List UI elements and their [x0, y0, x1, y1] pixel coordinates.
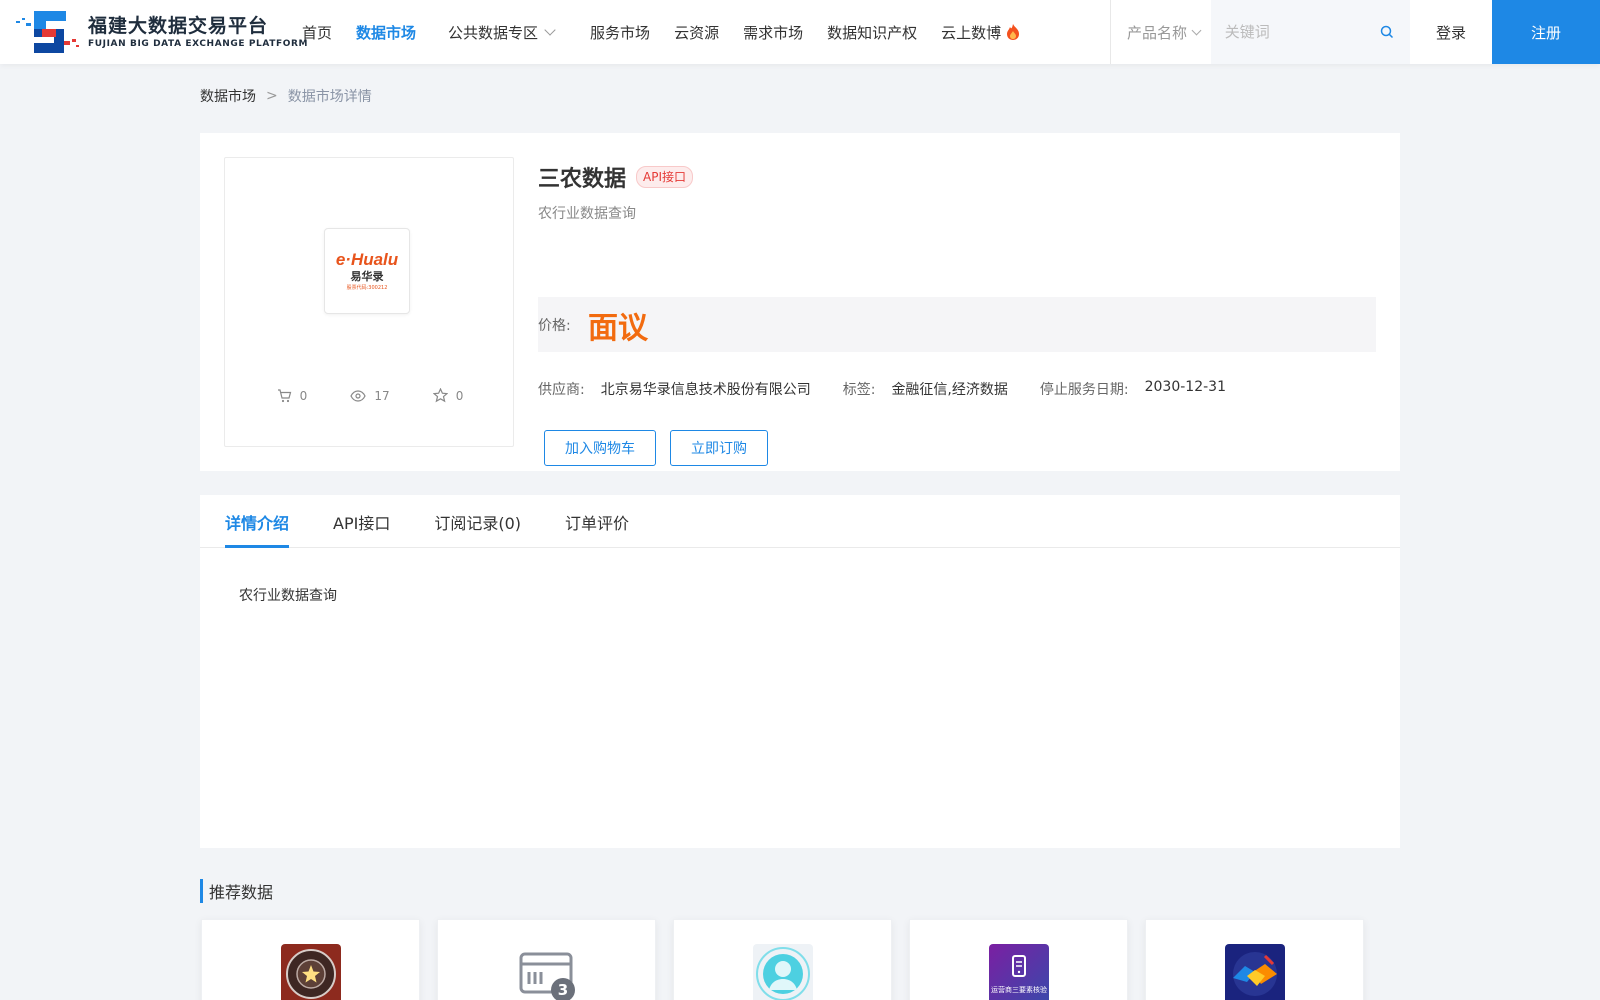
- svg-text:3: 3: [558, 981, 568, 999]
- logo-subtitle: FUJIAN BIG DATA EXCHANGE PLATFORM: [88, 39, 309, 49]
- search-bar: 产品名称: [1110, 0, 1410, 64]
- product-actions: 加入购物车 立即订购: [544, 430, 782, 466]
- login-button[interactable]: 登录: [1410, 0, 1492, 64]
- favorite-count: 0: [455, 388, 464, 403]
- supplier-value: 北京易华录信息技术股份有限公司: [600, 382, 811, 398]
- chevron-down-icon: [544, 24, 556, 36]
- end-date-label: 停止服务日期:: [1039, 382, 1129, 398]
- breadcrumb: 数据市场 > 数据市场详情: [200, 86, 372, 106]
- recommended-item[interactable]: [1145, 919, 1364, 1000]
- nav-label: 首页: [302, 23, 333, 42]
- nav-service-market[interactable]: 服务市场: [590, 22, 650, 43]
- tab-order-reviews[interactable]: 订单评价: [565, 495, 629, 548]
- nav-cloud-resources[interactable]: 云资源: [674, 22, 719, 43]
- product-logo-brand-en: e·Hualu: [335, 250, 399, 269]
- api-badge: API接口: [636, 166, 694, 188]
- product-meta: 供应商: 北京易华录信息技术股份有限公司 标签: 金融征信,经济数据 停止服务日…: [538, 379, 1258, 399]
- product-title: 三农数据: [538, 167, 627, 192]
- nav-public-data[interactable]: 公共数据专区: [448, 22, 556, 43]
- detail-card: 详情介绍 API接口 订阅记录(0) 订单评价 农行业数据查询: [200, 495, 1400, 848]
- product-image-box: e·Hualu 易华录 股票代码:300212 0 17 0: [224, 157, 514, 447]
- mobile-verify-icon: 运营商三要素核验: [989, 944, 1049, 1000]
- id-card-icon: 3: [517, 944, 577, 1000]
- nav-label: 云上数博: [941, 23, 1002, 42]
- recommended-item[interactable]: 运营商三要素核验: [909, 919, 1128, 1000]
- face-recognition-icon: [753, 944, 813, 1000]
- tab-api[interactable]: API接口: [333, 495, 390, 548]
- mobile-verify-caption: 运营商三要素核验: [991, 985, 1047, 994]
- star-icon: [432, 388, 448, 403]
- recommended-item[interactable]: [201, 919, 420, 1000]
- product-logo-brand-cn: 易华录: [350, 270, 384, 283]
- price-label: 价格:: [538, 317, 571, 334]
- nav-label: 数据知识产权: [827, 23, 918, 42]
- register-button[interactable]: 注册: [1492, 0, 1600, 64]
- product-subtitle: 农行业数据查询: [538, 206, 636, 222]
- search-input-container: [1210, 0, 1410, 64]
- recommended-item[interactable]: [673, 919, 892, 1000]
- recommended-item[interactable]: 3: [437, 919, 656, 1000]
- end-date-value: 2030-12-31: [1144, 379, 1226, 395]
- nav-cloud-expo[interactable]: 云上数博: [941, 22, 1021, 43]
- view-stat: 17: [350, 388, 390, 403]
- nav-label: 数据市场: [356, 23, 417, 42]
- chevron-down-icon: [1191, 25, 1202, 35]
- search-type-select[interactable]: 产品名称: [1111, 0, 1211, 64]
- detail-body: 农行业数据查询: [239, 588, 337, 604]
- supplier-label: 供应商:: [538, 382, 585, 398]
- logo-mark-icon: [16, 11, 79, 53]
- product-logo-code: 股票代码:300212: [346, 285, 388, 291]
- cart-stat: 0: [277, 388, 308, 403]
- nav-data-market[interactable]: 数据市场: [356, 22, 416, 43]
- favorite-stat[interactable]: 0: [432, 388, 464, 403]
- handshake-icon: [1225, 944, 1285, 1000]
- logo-title: 福建大数据交易平台: [88, 15, 269, 37]
- breadcrumb-separator: >: [266, 88, 278, 104]
- subscribe-now-button[interactable]: 立即订购: [670, 430, 768, 466]
- product-card: e·Hualu 易华录 股票代码:300212 0 17 0 三农数据 API接…: [200, 133, 1400, 471]
- cart-icon: [277, 388, 291, 402]
- nav-label: 需求市场: [743, 23, 804, 42]
- nav-label: 公共数据专区: [448, 23, 539, 42]
- cart-count: 0: [299, 388, 308, 403]
- search-type-value: 产品名称: [1127, 23, 1188, 42]
- detail-tabs: 详情介绍 API接口 订阅记录(0) 订单评价: [200, 495, 1400, 548]
- price-box: 价格: 面议: [538, 297, 1376, 352]
- nav-label: 云资源: [674, 23, 720, 42]
- product-info: 三农数据 API接口 农行业数据查询 价格: 面议 供应商: 北京易华录信息技术…: [538, 157, 1376, 466]
- product-logo: e·Hualu 易华录 股票代码:300212: [324, 228, 410, 314]
- nav-home[interactable]: 首页: [302, 22, 332, 43]
- eye-icon: [350, 389, 367, 402]
- nav-demand-market[interactable]: 需求市场: [743, 22, 803, 43]
- tab-subscription-records[interactable]: 订阅记录(0): [434, 495, 521, 548]
- fire-icon: [1007, 24, 1020, 40]
- nav-data-ip[interactable]: 数据知识产权: [827, 22, 917, 43]
- nav-label: 服务市场: [590, 23, 651, 42]
- shield-emblem-icon: [281, 944, 341, 1000]
- breadcrumb-data-market[interactable]: 数据市场: [200, 86, 256, 106]
- breadcrumb-current: 数据市场详情: [287, 89, 372, 105]
- main-nav: 首页 数据市场 公共数据专区 服务市场 云资源 需求市场 数据知识产权 云上数博: [302, 0, 1045, 64]
- search-icon[interactable]: [1380, 25, 1394, 39]
- platform-logo[interactable]: 福建大数据交易平台 FUJIAN BIG DATA EXCHANGE PLATF…: [16, 9, 308, 55]
- recommended-list: 3 运营商三要素核验: [201, 919, 1381, 1000]
- view-count: 17: [374, 388, 390, 403]
- tags-value: 金融征信,经济数据: [891, 382, 1008, 398]
- recommended-title: 推荐数据: [200, 879, 273, 903]
- search-input[interactable]: [1224, 23, 1375, 41]
- tab-details[interactable]: 详情介绍: [225, 495, 290, 548]
- add-to-cart-button[interactable]: 加入购物车: [544, 430, 656, 466]
- product-stats: 0 17 0: [225, 388, 515, 403]
- top-header: 福建大数据交易平台 FUJIAN BIG DATA EXCHANGE PLATF…: [0, 0, 1600, 64]
- price-value: 面议: [588, 310, 648, 346]
- tags-label: 标签:: [842, 382, 876, 398]
